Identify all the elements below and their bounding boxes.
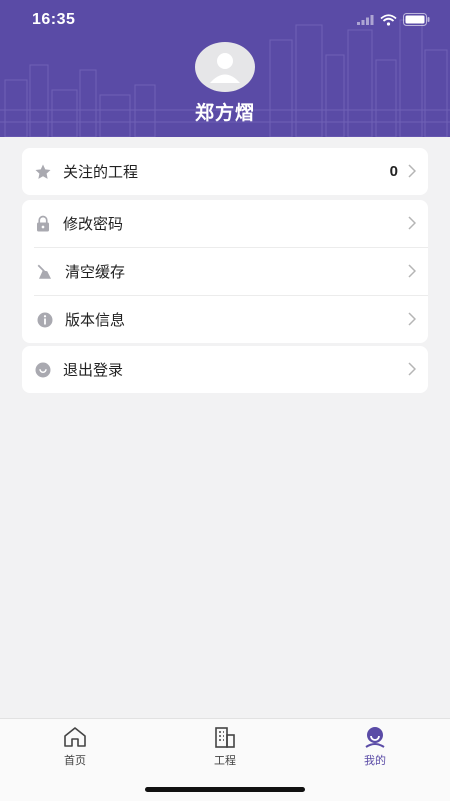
broom-icon bbox=[34, 261, 56, 283]
battery-icon bbox=[403, 13, 430, 26]
building-icon bbox=[215, 727, 235, 748]
status-bar: 16:35 bbox=[0, 0, 450, 44]
menu-item-version-info[interactable]: 版本信息 bbox=[34, 295, 428, 343]
user-name: 郑方熠 bbox=[194, 102, 255, 124]
menu-item-label: 清空缓存 bbox=[65, 263, 126, 281]
tab-label: 首页 bbox=[64, 754, 86, 767]
menu-item-label: 关注的工程 bbox=[63, 163, 139, 181]
followed-count: 0 bbox=[389, 163, 398, 180]
info-icon bbox=[34, 309, 56, 331]
avatar[interactable] bbox=[195, 42, 255, 92]
logout-card: 退出登录 bbox=[22, 346, 428, 393]
home-icon bbox=[64, 727, 86, 747]
menu-item-change-password[interactable]: 修改密码 bbox=[22, 200, 428, 247]
person-icon bbox=[365, 727, 385, 748]
menu-item-followed-projects[interactable]: 关注的工程 0 bbox=[22, 148, 428, 195]
menu-item-clear-cache[interactable]: 清空缓存 bbox=[34, 247, 428, 295]
profile-header: 16:35 郑方熠 bbox=[0, 0, 450, 137]
menu-item-label: 退出登录 bbox=[63, 361, 124, 379]
menu-item-label: 修改密码 bbox=[63, 215, 124, 233]
follow-card: 关注的工程 0 bbox=[22, 148, 428, 195]
tab-home[interactable]: 首页 bbox=[30, 726, 120, 768]
menu-item-label: 版本信息 bbox=[65, 311, 126, 329]
status-time: 16:35 bbox=[32, 11, 76, 28]
home-indicator[interactable] bbox=[145, 787, 305, 792]
chevron-right-icon bbox=[408, 312, 416, 326]
lock-icon bbox=[32, 213, 54, 235]
star-icon bbox=[32, 161, 54, 183]
chevron-right-icon bbox=[408, 362, 416, 376]
chevron-right-icon bbox=[408, 264, 416, 278]
tab-mine[interactable]: 我的 bbox=[330, 726, 420, 768]
tab-projects[interactable]: 工程 bbox=[180, 726, 270, 768]
tab-label: 我的 bbox=[364, 754, 386, 767]
wifi-icon bbox=[380, 13, 397, 26]
menu-item-logout[interactable]: 退出登录 bbox=[22, 346, 428, 393]
chevron-right-icon bbox=[408, 164, 416, 178]
signal-icon bbox=[357, 15, 374, 25]
power-icon bbox=[32, 359, 54, 381]
chevron-right-icon bbox=[408, 216, 416, 230]
settings-card: 修改密码 清空缓存 版本信息 bbox=[22, 200, 428, 343]
tab-label: 工程 bbox=[214, 754, 236, 767]
